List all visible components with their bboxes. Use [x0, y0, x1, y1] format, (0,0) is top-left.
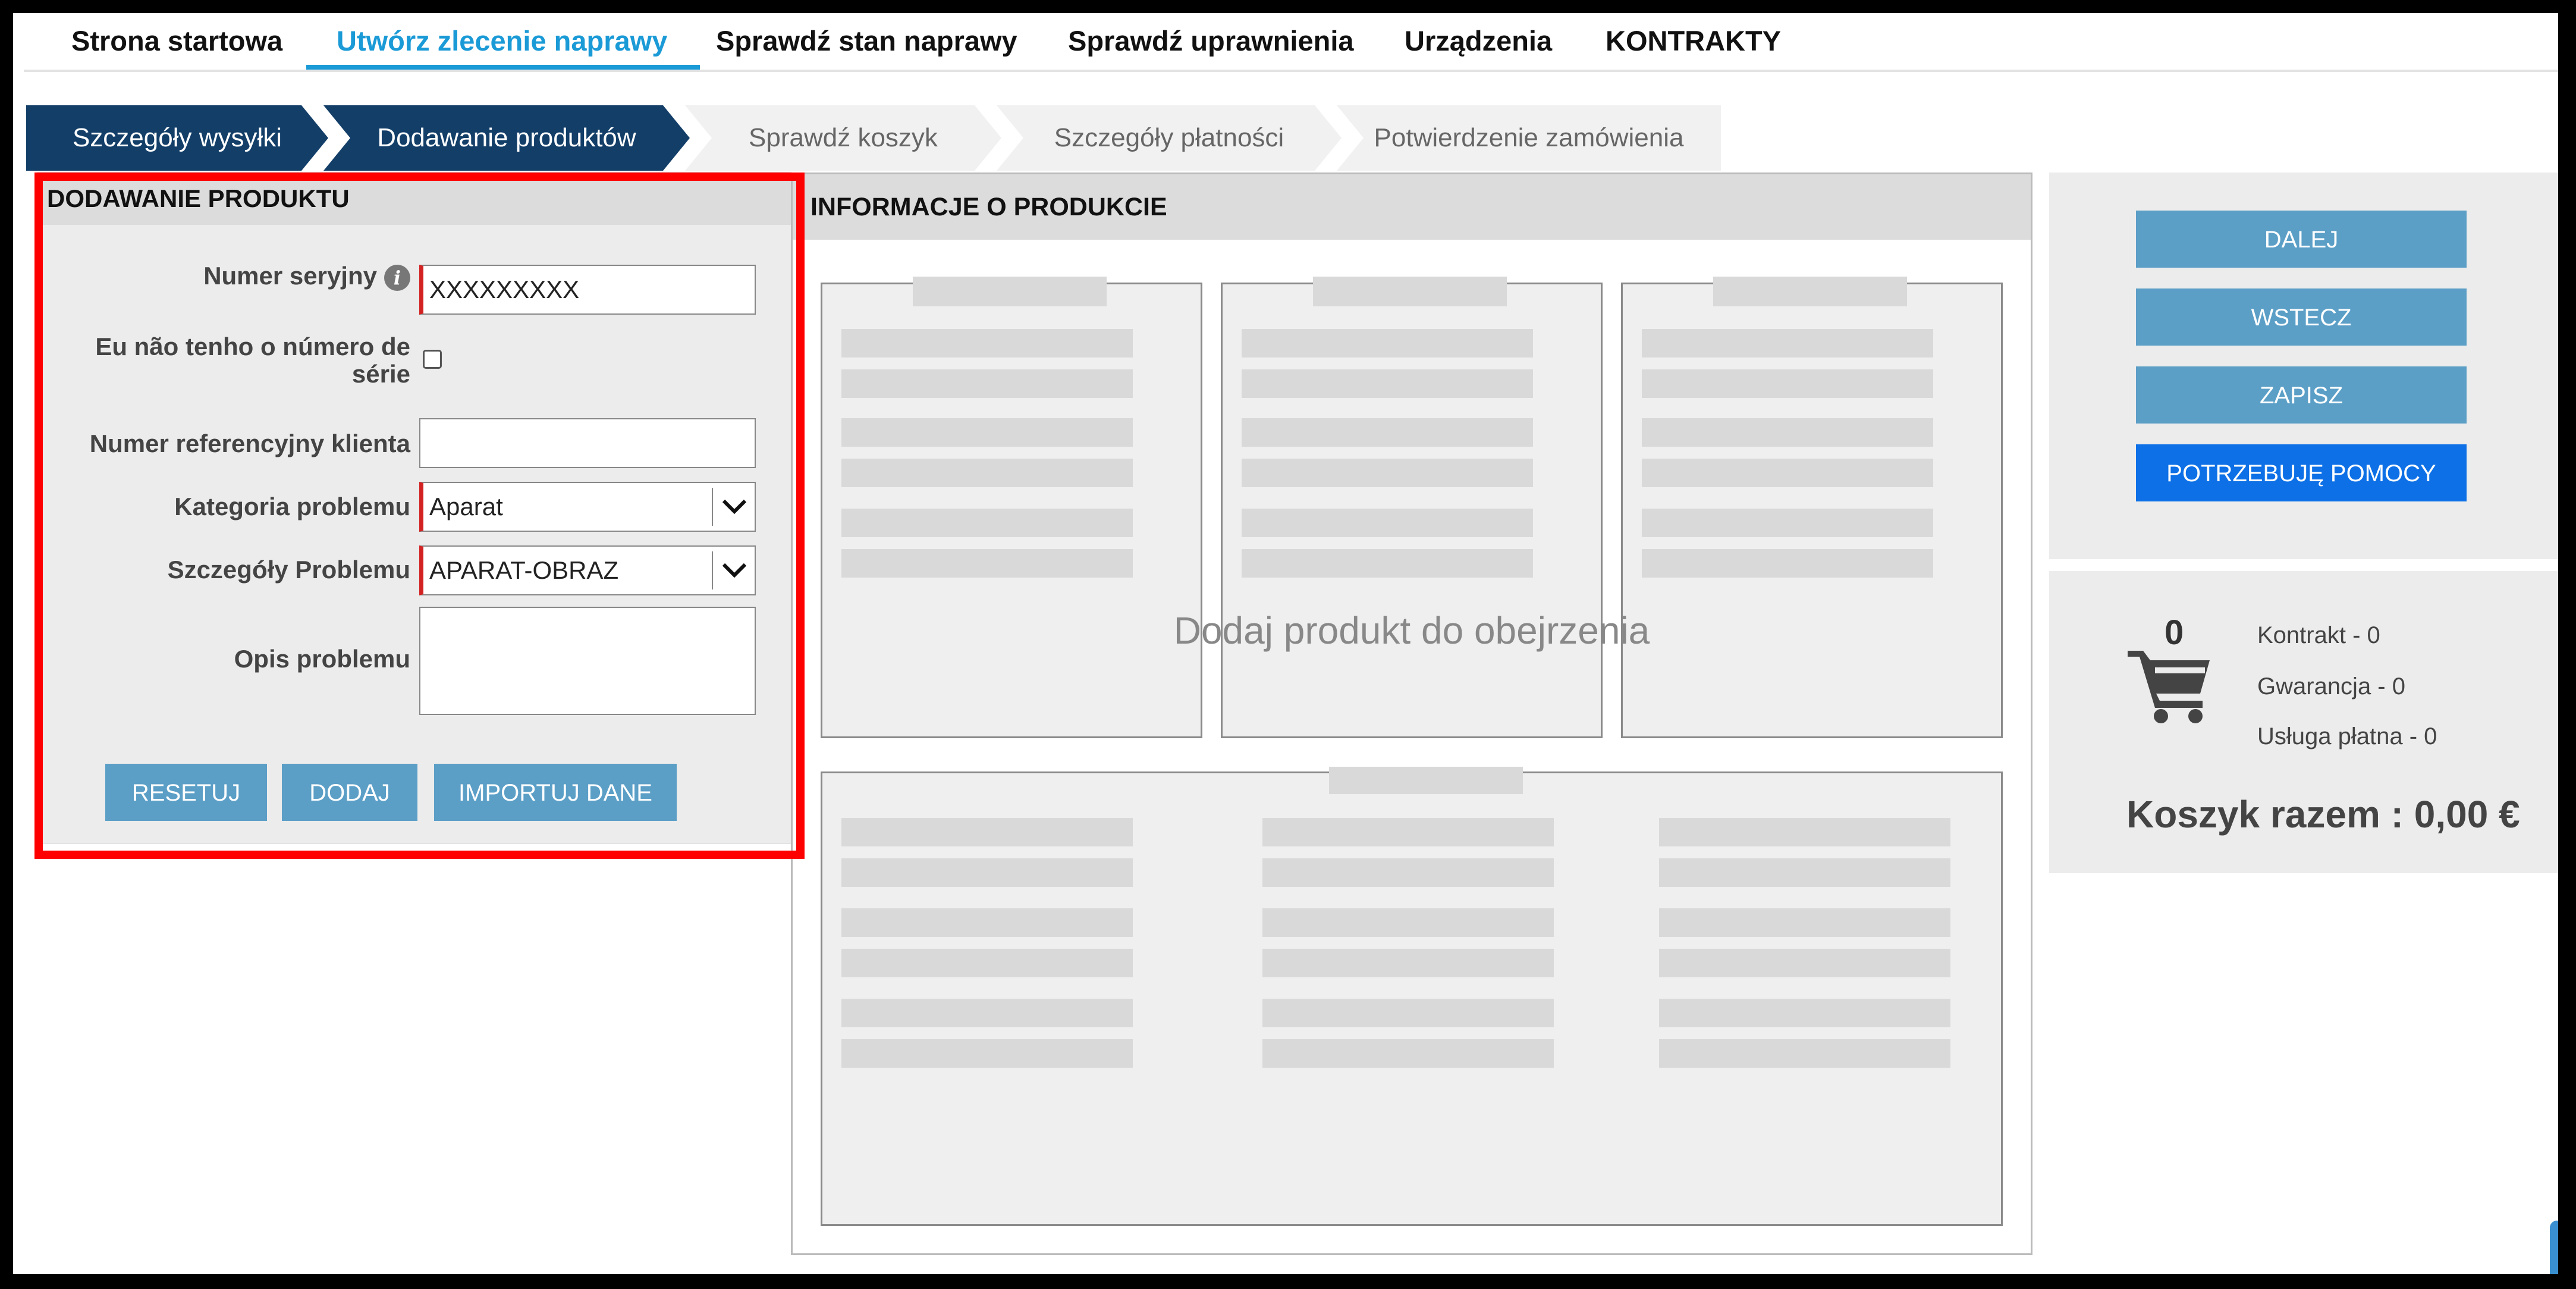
problem-details-select[interactable]: APARAT-OBRAZ	[419, 545, 756, 595]
nav-home[interactable]: Strona startowa	[71, 20, 282, 62]
step-payment-details[interactable]: Szczegóły płatności	[997, 105, 1342, 171]
import-data-button[interactable]: IMPORTUJ DANE	[434, 764, 677, 821]
chevron-down-icon[interactable]	[712, 488, 755, 526]
no-serial-checkbox[interactable]	[423, 350, 442, 369]
problem-description-label: Opis problemu	[234, 645, 410, 673]
skeleton-bar	[841, 549, 1133, 578]
top-navigation: Strona startowa Utwórz zlecenie naprawy …	[13, 13, 2558, 70]
need-help-button[interactable]: POTRZEBUJĘ POMOCY	[2136, 444, 2467, 501]
skeleton-bar	[841, 999, 1133, 1027]
app-window: Strona startowa Utwórz zlecenie naprawy …	[13, 13, 2558, 1274]
skeleton-bar	[1642, 369, 1933, 398]
skeleton-bar	[1262, 908, 1554, 937]
skeleton-bar	[841, 818, 1133, 846]
step-shipping-details[interactable]: Szczegóły wysyłki	[26, 105, 328, 171]
skeleton-bar	[841, 949, 1133, 977]
serial-number-label: Numer seryjny i	[203, 262, 410, 291]
skeleton-bar	[1659, 949, 1950, 977]
add-product-panel: DODAWANIE PRODUKTU Numer seryjny i Eu não…	[37, 172, 791, 844]
problem-category-label: Kategoria problemu	[174, 493, 410, 520]
nav-check-repair-status[interactable]: Sprawdź stan naprawy	[716, 20, 1017, 62]
client-reference-label: Numer referencyjny klienta	[89, 429, 410, 457]
no-serial-label: Eu não tenho o número de série	[95, 333, 410, 388]
add-product-title: DODAWANIE PRODUKTU	[37, 173, 791, 225]
skeleton-bar	[1659, 818, 1950, 846]
step-add-products[interactable]: Dodawanie produktów	[323, 105, 690, 171]
problem-details-label: Szczegóły Problemu	[167, 556, 410, 584]
active-tab-indicator	[306, 65, 700, 70]
skeleton-bar	[1242, 459, 1533, 487]
nav-create-repair-order[interactable]: Utwórz zlecenie naprawy	[337, 20, 667, 62]
next-button[interactable]: DALEJ	[2136, 211, 2467, 268]
no-serial-label-line2: série	[351, 360, 410, 388]
skeleton-bar	[1242, 369, 1533, 398]
skeleton-tab	[1713, 277, 1907, 306]
product-info-panel: INFORMACJE O PRODUKCIE Dodaj produkt do …	[791, 173, 2032, 1255]
skeleton-bar	[1262, 858, 1554, 887]
back-button[interactable]: WSTECZ	[2136, 288, 2467, 346]
skeleton-bar	[1642, 329, 1933, 357]
skeleton-bar	[1659, 1039, 1950, 1068]
skeleton-bar	[1642, 509, 1933, 537]
skeleton-bar	[1659, 999, 1950, 1027]
skeleton-bar	[1659, 858, 1950, 887]
cart-paid-service-count: Usługa płatna - 0	[2257, 723, 2437, 749]
skeleton-bar	[841, 459, 1133, 487]
skeleton-bar	[1262, 999, 1554, 1027]
cart-summary-panel: 0 Kontrakt - 0 Gwarancja - 0 Usługa płat…	[2049, 571, 2558, 873]
problem-category-value: Aparat	[429, 493, 503, 520]
skeleton-bar	[1242, 329, 1533, 357]
actions-panel: DALEJ WSTECZ ZAPISZ POTRZEBUJĘ POMOCY	[2049, 173, 2558, 559]
checkout-stepper: Szczegóły wysyłki Dodawanie produktów Sp…	[26, 105, 1721, 171]
skeleton-bar	[841, 908, 1133, 937]
side-widget-tab[interactable]	[2550, 1221, 2558, 1274]
skeleton-bar	[841, 329, 1133, 357]
save-button[interactable]: ZAPISZ	[2136, 366, 2467, 424]
problem-details-value: APARAT-OBRAZ	[429, 556, 619, 584]
skeleton-bar	[1642, 418, 1933, 447]
skeleton-bar	[1659, 908, 1950, 937]
problem-description-textarea[interactable]	[419, 607, 756, 715]
skeleton-bar	[1642, 549, 1933, 578]
skeleton-tab	[1313, 277, 1507, 306]
cart-contract-count: Kontrakt - 0	[2257, 622, 2380, 648]
skeleton-bar	[841, 369, 1133, 398]
skeleton-bar	[1642, 459, 1933, 487]
no-serial-label-line1: Eu não tenho o número de	[95, 333, 410, 360]
step-order-confirmation[interactable]: Potwierdzenie zamówienia	[1337, 105, 1721, 171]
skeleton-bar	[1242, 549, 1533, 578]
chevron-down-icon[interactable]	[712, 551, 755, 589]
skeleton-bar	[841, 858, 1133, 887]
serial-number-label-text: Numer seryjny	[203, 262, 377, 290]
nav-devices[interactable]: Urządzenia	[1405, 20, 1552, 62]
cart-count: 0	[2165, 613, 2184, 652]
skeleton-tab	[1329, 767, 1523, 794]
step-check-cart[interactable]: Sprawdź koszyk	[685, 105, 1001, 171]
cart-total: Koszyk razem : 0,00 €	[2126, 793, 2520, 836]
skeleton-bar	[1262, 818, 1554, 846]
nav-contracts[interactable]: KONTRAKTY	[1606, 20, 1781, 62]
info-icon[interactable]: i	[384, 264, 410, 291]
nav-divider	[24, 70, 2558, 72]
skeleton-bar	[841, 418, 1133, 447]
skeleton-bar	[841, 1039, 1133, 1068]
client-reference-input[interactable]	[419, 418, 756, 468]
nav-check-entitlements[interactable]: Sprawdź uprawnienia	[1068, 20, 1354, 62]
shopping-cart-icon	[2125, 642, 2214, 729]
empty-state-message: Dodaj produkt do obejrzenia	[1173, 609, 1650, 652]
skeleton-bar	[1262, 1039, 1554, 1068]
skeleton-bar	[841, 509, 1133, 537]
skeleton-bar	[1242, 418, 1533, 447]
skeleton-bar	[1262, 949, 1554, 977]
problem-category-select[interactable]: Aparat	[419, 482, 756, 532]
add-button[interactable]: DODAJ	[282, 764, 417, 821]
reset-button[interactable]: RESETUJ	[105, 764, 267, 821]
skeleton-tab	[913, 277, 1107, 306]
serial-number-input[interactable]	[419, 265, 756, 315]
cart-warranty-count: Gwarancja - 0	[2257, 673, 2405, 700]
product-info-title: INFORMACJE O PRODUKCIE	[793, 174, 2031, 240]
skeleton-bar	[1242, 509, 1533, 537]
